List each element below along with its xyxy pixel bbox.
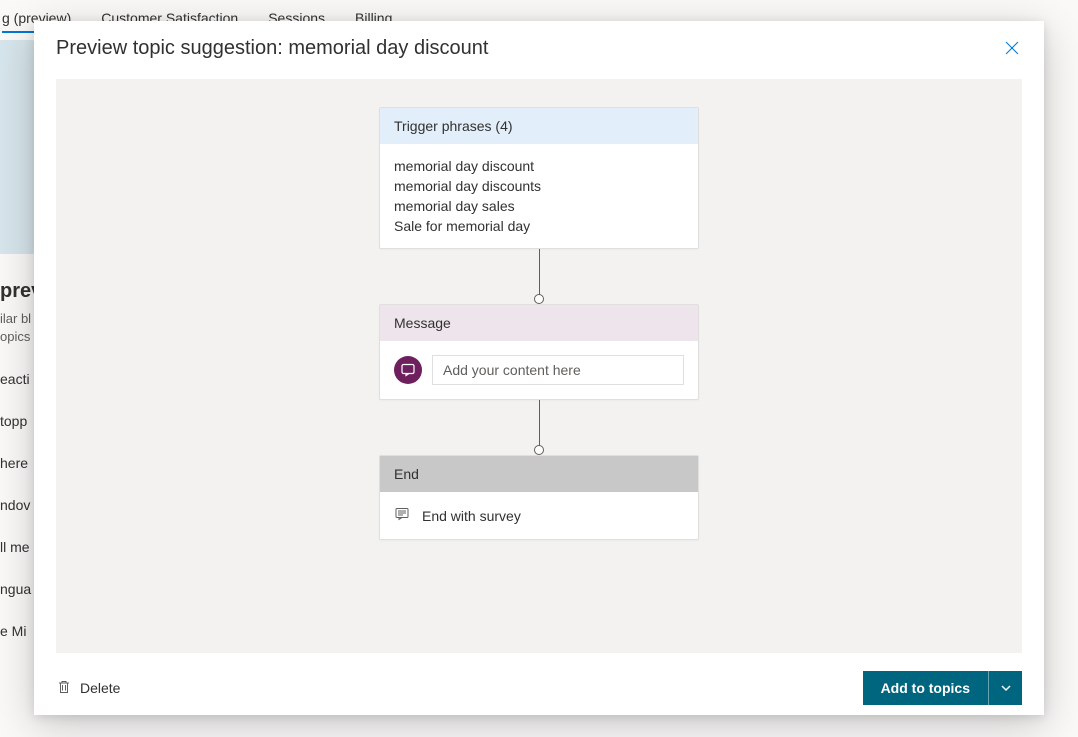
delete-button[interactable]: Delete	[56, 679, 120, 698]
add-to-topics-button[interactable]: Add to topics	[863, 671, 1022, 705]
add-to-topics-label: Add to topics	[863, 671, 988, 705]
chevron-down-icon[interactable]	[988, 671, 1022, 705]
end-header: End	[380, 456, 698, 492]
message-input-row: Add your content here	[394, 355, 684, 385]
end-node: End End with survey	[379, 455, 699, 540]
trigger-phrases-node: Trigger phrases (4) memorial day discoun…	[379, 107, 699, 249]
trigger-phrases-header: Trigger phrases (4)	[380, 108, 698, 144]
dialog-header: Preview topic suggestion: memorial day d…	[34, 21, 1044, 75]
survey-icon	[394, 506, 410, 525]
message-header: Message	[380, 305, 698, 341]
node-connector	[539, 249, 540, 299]
dialog-body: Trigger phrases (4) memorial day discoun…	[56, 79, 1022, 653]
trigger-phrase: memorial day discount	[394, 158, 684, 174]
trigger-phrases-list: memorial day discount memorial day disco…	[380, 144, 698, 248]
connector-dot-icon	[534, 445, 544, 455]
message-node: Message Add your content here	[379, 304, 699, 400]
end-body: End with survey	[380, 492, 698, 539]
background-hero-panel	[0, 40, 34, 254]
dialog-footer: Delete Add to topics	[34, 661, 1044, 715]
close-icon[interactable]	[1002, 38, 1022, 58]
delete-label: Delete	[80, 680, 120, 696]
end-row: End with survey	[394, 506, 684, 525]
trigger-phrase: Sale for memorial day	[394, 218, 684, 234]
node-connector	[539, 400, 540, 450]
message-body: Add your content here	[380, 341, 698, 399]
connector-dot-icon	[534, 294, 544, 304]
message-input[interactable]: Add your content here	[432, 355, 684, 385]
trigger-phrase: memorial day discounts	[394, 178, 684, 194]
dialog-title: Preview topic suggestion: memorial day d…	[56, 37, 488, 60]
message-icon	[394, 356, 422, 384]
trash-icon	[56, 679, 72, 698]
end-label: End with survey	[422, 508, 521, 524]
trigger-phrase: memorial day sales	[394, 198, 684, 214]
preview-dialog: Preview topic suggestion: memorial day d…	[34, 21, 1044, 715]
